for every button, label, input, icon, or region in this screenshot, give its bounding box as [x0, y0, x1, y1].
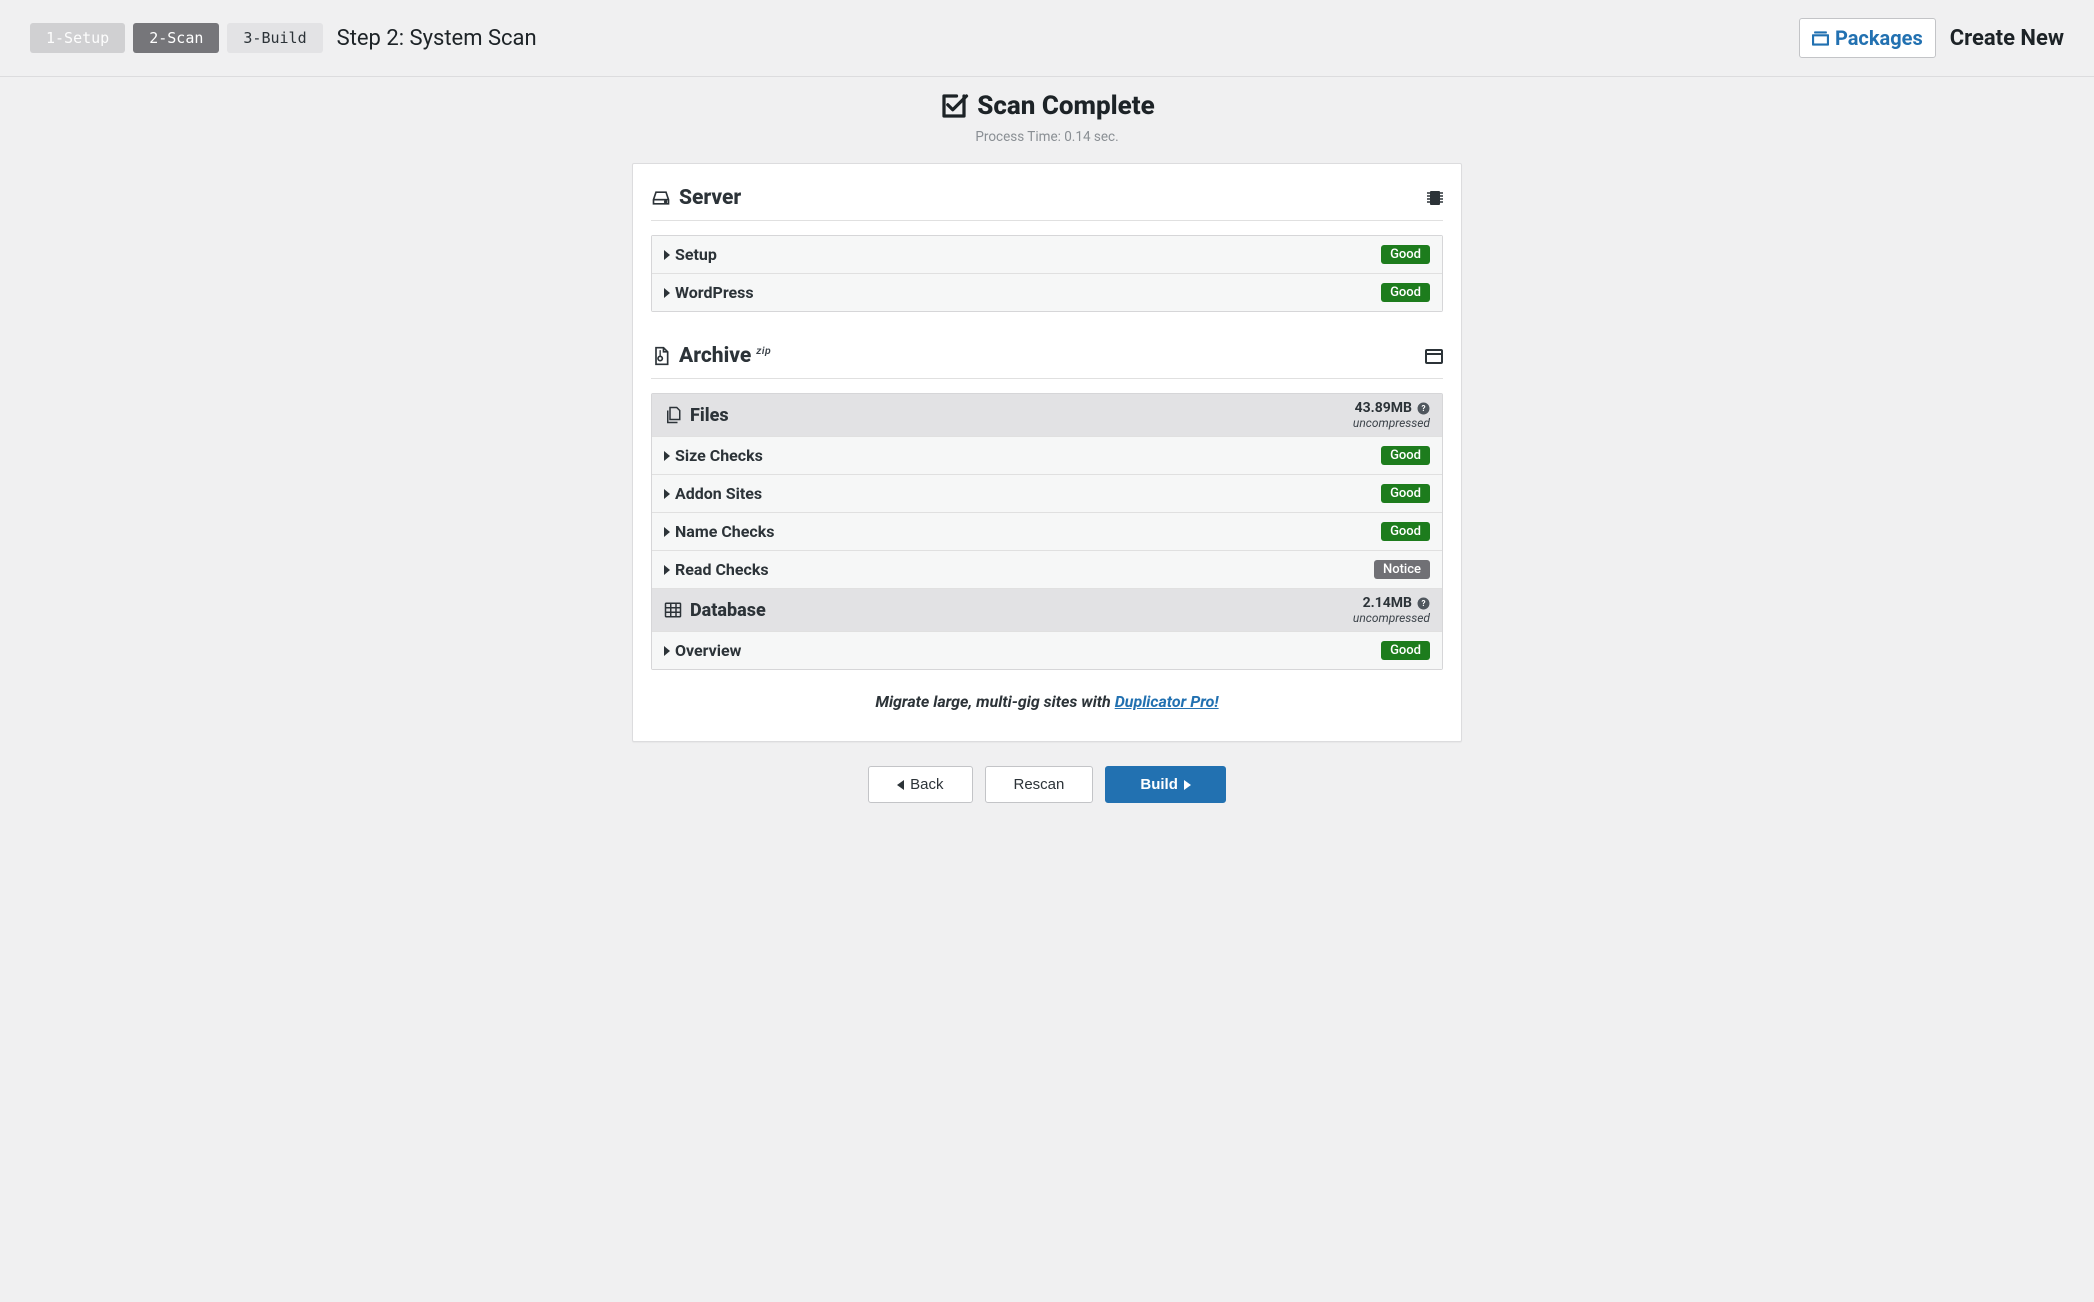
row-wordpress-label: WordPress [675, 283, 754, 302]
row-name-checks[interactable]: Name Checks Good [652, 513, 1442, 551]
scan-complete-title: Scan Complete [939, 91, 1155, 121]
row-addon-sites[interactable]: Addon Sites Good [652, 475, 1442, 513]
help-icon[interactable]: ? [1417, 402, 1430, 415]
step-3-build[interactable]: 3-Build [227, 23, 322, 53]
files-size: 43.89MB ? [1355, 400, 1430, 416]
steps: 1-Setup 2-Scan 3-Build [30, 23, 323, 53]
footer-buttons: Back Rescan Build [0, 766, 2094, 803]
database-size: 2.14MB ? [1363, 595, 1430, 611]
file-archive-icon [651, 346, 671, 366]
row-overview-status: Good [1381, 641, 1430, 660]
caret-right-icon [664, 288, 670, 298]
topbar-right: Packages Create New [1799, 18, 2064, 58]
promo-prefix: Migrate large, multi-gig sites with [875, 692, 1114, 711]
archive-format: zip [756, 344, 771, 357]
section-archive-title: Archive zip [679, 344, 771, 368]
packages-icon [1812, 31, 1829, 46]
server-rows: Setup Good WordPress Good [651, 235, 1443, 312]
window-icon[interactable] [1425, 349, 1443, 364]
row-addon-sites-status: Good [1381, 484, 1430, 503]
subheader-files: Files 43.89MB ? uncompressed [652, 394, 1442, 437]
packages-button[interactable]: Packages [1799, 18, 1936, 58]
caret-right-icon [664, 489, 670, 499]
step-heading: Step 2: System Scan [337, 26, 537, 51]
section-server-header: Server [651, 178, 1443, 221]
row-read-checks-status: Notice [1374, 560, 1430, 579]
row-overview-label: Overview [675, 641, 741, 660]
caret-right-icon [664, 646, 670, 656]
build-label: Build [1140, 776, 1178, 793]
step-2-scan: 2-Scan [133, 23, 219, 53]
row-size-checks-label: Size Checks [675, 446, 763, 465]
packages-label: Packages [1835, 26, 1923, 50]
row-setup-status: Good [1381, 245, 1430, 264]
database-title: Database [690, 600, 766, 621]
archive-title-text: Archive [679, 344, 751, 368]
row-read-checks[interactable]: Read Checks Notice [652, 551, 1442, 589]
promo-text: Migrate large, multi-gig sites with Dupl… [651, 692, 1443, 711]
scan-complete-header: Scan Complete Process Time: 0.14 sec. [0, 91, 2094, 145]
row-size-checks-status: Good [1381, 446, 1430, 465]
row-read-checks-label: Read Checks [675, 560, 769, 579]
files-uncompressed: uncompressed [1353, 416, 1430, 430]
hdd-icon [651, 188, 671, 208]
section-server-title: Server [679, 186, 741, 210]
rescan-button[interactable]: Rescan [985, 766, 1094, 803]
triangle-left-icon [897, 780, 904, 790]
row-wordpress-status: Good [1381, 283, 1430, 302]
scan-complete-title-text: Scan Complete [977, 91, 1155, 121]
section-archive-header: Archive zip [651, 336, 1443, 379]
table-icon [664, 601, 682, 619]
row-size-checks[interactable]: Size Checks Good [652, 437, 1442, 475]
chip-icon[interactable] [1427, 189, 1443, 207]
caret-right-icon [664, 451, 670, 461]
back-button[interactable]: Back [868, 766, 972, 803]
triangle-right-icon [1184, 780, 1191, 790]
files-title: Files [690, 405, 729, 426]
svg-text:?: ? [1421, 598, 1425, 608]
row-name-checks-status: Good [1381, 522, 1430, 541]
archive-rows: Files 43.89MB ? uncompressed Size Checks… [651, 393, 1443, 670]
row-overview[interactable]: Overview Good [652, 632, 1442, 669]
row-setup-label: Setup [675, 245, 717, 264]
duplicator-pro-link[interactable]: Duplicator Pro! [1115, 692, 1219, 711]
subheader-database: Database 2.14MB ? uncompressed [652, 589, 1442, 632]
caret-right-icon [664, 527, 670, 537]
rescan-label: Rescan [1014, 776, 1065, 793]
topbar: 1-Setup 2-Scan 3-Build Step 2: System Sc… [0, 0, 2094, 77]
help-icon[interactable]: ? [1417, 597, 1430, 610]
caret-right-icon [664, 565, 670, 575]
check-square-icon [939, 91, 969, 121]
row-name-checks-label: Name Checks [675, 522, 775, 541]
step-1-setup: 1-Setup [30, 23, 125, 53]
process-time: Process Time: 0.14 sec. [0, 129, 2094, 145]
row-setup[interactable]: Setup Good [652, 236, 1442, 274]
scan-panel: Server Setup Good WordPress Good Archive… [632, 163, 1462, 742]
row-wordpress[interactable]: WordPress Good [652, 274, 1442, 311]
database-size-text: 2.14MB [1363, 595, 1412, 611]
back-label: Back [910, 776, 943, 793]
files-size-text: 43.89MB [1355, 400, 1412, 416]
database-uncompressed: uncompressed [1353, 611, 1430, 625]
row-addon-sites-label: Addon Sites [675, 484, 762, 503]
svg-text:?: ? [1421, 403, 1425, 413]
create-new-label: Create New [1950, 26, 2064, 51]
caret-right-icon [664, 250, 670, 260]
files-icon [664, 406, 682, 424]
build-button[interactable]: Build [1105, 766, 1226, 803]
